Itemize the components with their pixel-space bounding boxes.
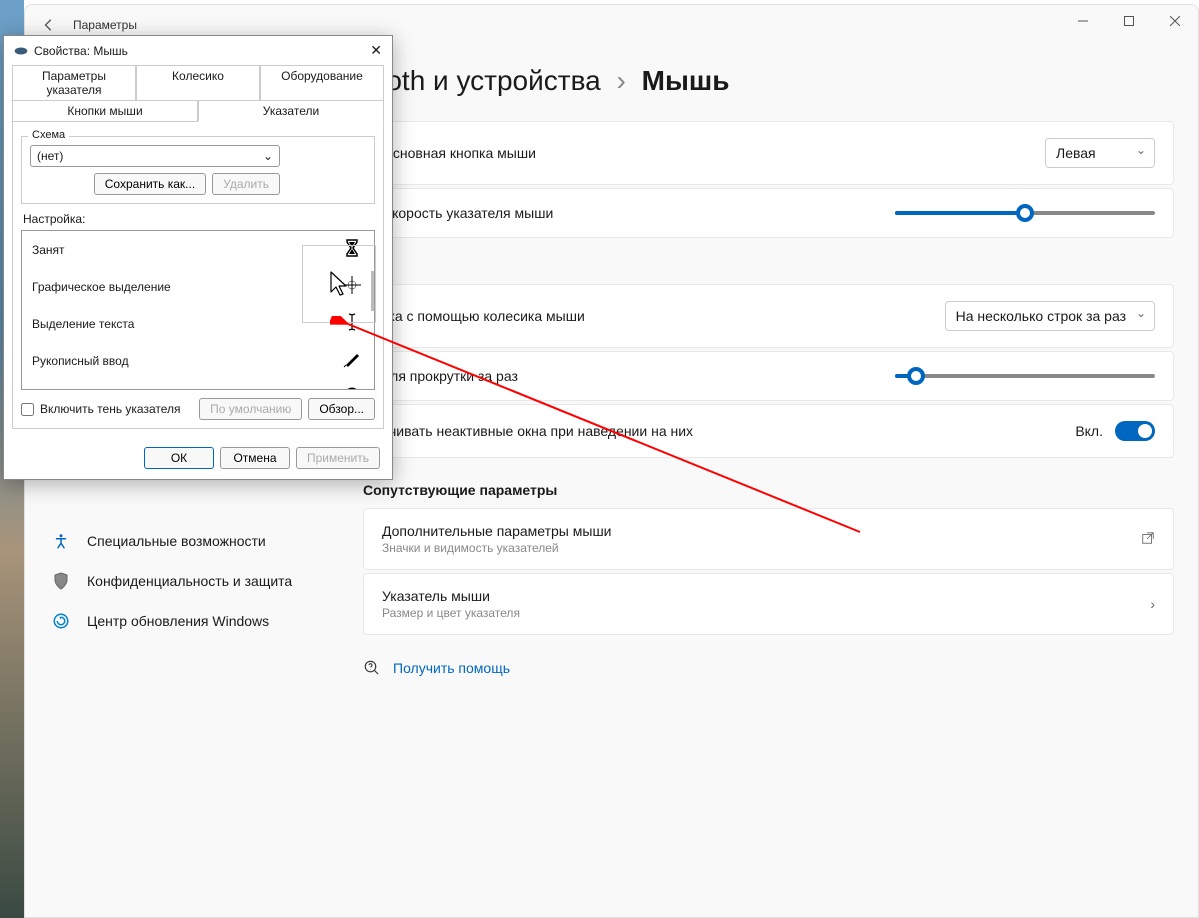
tab-buttons[interactable]: Кнопки мыши [12, 100, 198, 122]
minimize-button[interactable] [1060, 5, 1106, 37]
pointer-speed-label: Скорость указателя мыши [382, 205, 895, 221]
main-content: tooth и устройства › Мышь Основная кнопк… [363, 65, 1174, 677]
update-icon [51, 611, 71, 631]
primary-button-select[interactable]: Левая [1045, 138, 1155, 168]
scroll-section-header: ка [363, 258, 1174, 274]
tab-pointer-options[interactable]: Параметры указателя [12, 65, 136, 101]
link-title: Указатель мыши [382, 588, 1150, 604]
save-as-button[interactable]: Сохранить как... [94, 173, 206, 195]
tab-hardware[interactable]: Оборудование [260, 65, 384, 101]
scheme-combo[interactable]: (нет)⌄ [30, 145, 280, 167]
mouse-properties-dialog: Свойства: Мышь ✕ Параметры указателя Кол… [3, 35, 393, 480]
primary-button-card: Основная кнопка мыши Левая [363, 121, 1174, 185]
lines-scroll-label: для прокрутки за раз [382, 368, 895, 384]
cancel-button[interactable]: Отмена [220, 447, 290, 469]
default-button: По умолчанию [199, 398, 302, 420]
shield-icon [51, 571, 71, 591]
chevron-right-icon: › [1150, 596, 1155, 612]
scroll-mode-label: тка с помощью колесика мыши [382, 308, 945, 324]
accessibility-icon [51, 531, 71, 551]
sidebar-item-privacy[interactable]: Конфиденциальность и защита [39, 561, 329, 601]
link-sub: Размер и цвет указателя [382, 606, 1150, 620]
get-help-link[interactable]: Получить помощь [363, 659, 1174, 677]
scroll-mode-card: тка с помощью колесика мыши На несколько… [363, 284, 1174, 348]
window-title: Параметры [73, 18, 137, 32]
pointer-link[interactable]: Указатель мыши Размер и цвет указателя › [363, 573, 1174, 635]
pointer-speed-slider[interactable] [895, 211, 1155, 215]
delete-button: Удалить [212, 173, 280, 195]
lines-scroll-card: для прокрутки за раз [363, 351, 1174, 401]
primary-button-label: Основная кнопка мыши [382, 145, 1045, 161]
dialog-close-button[interactable]: ✕ [370, 42, 382, 59]
breadcrumb: tooth и устройства › Мышь [363, 65, 1174, 97]
dialog-titlebar: Свойства: Мышь ✕ [4, 36, 392, 65]
scheme-label: Схема [28, 129, 69, 141]
breadcrumb-parent[interactable]: tooth и устройства [363, 65, 601, 96]
dialog-footer: ОК Отмена Применить [4, 437, 392, 479]
inactive-label: учивать неактивные окна при наведении на… [382, 423, 1075, 439]
inactive-toggle[interactable] [1115, 421, 1155, 441]
link-sub: Значки и видимость указателей [382, 541, 1141, 555]
apply-button: Применить [296, 447, 380, 469]
chevron-right-icon: › [617, 65, 626, 96]
arrow-cursor-icon [329, 270, 349, 298]
sidebar-item-update[interactable]: Центр обновления Windows [39, 601, 329, 641]
sidebar: Специальные возможности Конфиденциальнос… [39, 521, 329, 641]
dialog-tabs: Параметры указателя Колесико Оборудовани… [4, 65, 392, 121]
advanced-params-link[interactable]: Дополнительные параметры мыши Значки и в… [363, 508, 1174, 570]
sidebar-label: Специальные возможности [87, 533, 266, 549]
tab-pointers[interactable]: Указатели [198, 100, 384, 122]
customize-label: Настройка: [23, 212, 375, 226]
pointer-speed-card: Скорость указателя мыши [363, 188, 1174, 238]
shadow-checkbox[interactable] [21, 403, 34, 416]
browse-button[interactable]: Обзор... [308, 398, 375, 420]
close-button[interactable] [1152, 5, 1198, 37]
mouse-icon [14, 46, 28, 56]
cursor-item-handwriting[interactable]: Рукописный ввод [22, 342, 374, 379]
lines-scroll-slider[interactable] [895, 374, 1155, 378]
back-button[interactable] [37, 13, 61, 37]
external-icon [1141, 531, 1155, 548]
link-title: Дополнительные параметры мыши [382, 523, 1141, 539]
ok-button[interactable]: ОК [144, 447, 214, 469]
no-icon [340, 387, 364, 390]
related-header: Сопутствующие параметры [363, 482, 1174, 498]
shadow-label: Включить тень указателя [40, 402, 181, 416]
help-label: Получить помощь [393, 660, 510, 676]
dialog-title: Свойства: Мышь [34, 44, 128, 58]
cursor-item-unavailable[interactable]: Недоступно [22, 379, 374, 390]
maximize-button[interactable] [1106, 5, 1152, 37]
tab-wheel[interactable]: Колесико [136, 65, 260, 101]
sidebar-label: Центр обновления Windows [87, 613, 269, 629]
cursor-preview [302, 245, 376, 323]
scheme-group: Схема (нет)⌄ Сохранить как... Удалить [21, 136, 375, 204]
toggle-state: Вкл. [1075, 423, 1103, 439]
scroll-mode-select[interactable]: На несколько строк за раз [945, 301, 1155, 331]
help-icon [363, 659, 381, 677]
inactive-scroll-card: учивать неактивные окна при наведении на… [363, 404, 1174, 458]
breadcrumb-current: Мышь [642, 65, 730, 96]
sidebar-label: Конфиденциальность и защита [87, 573, 292, 589]
sidebar-item-accessibility[interactable]: Специальные возможности [39, 521, 329, 561]
pen-icon [340, 350, 364, 371]
